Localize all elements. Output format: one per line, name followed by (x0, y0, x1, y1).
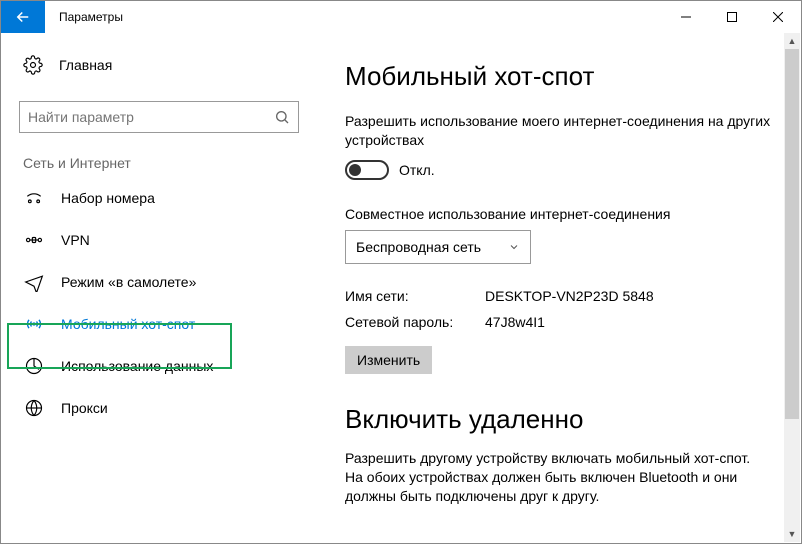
maximize-button[interactable] (709, 1, 755, 33)
chevron-down-icon (508, 241, 520, 253)
dialup-icon (23, 188, 45, 208)
sidebar-item-label: Использование данных (61, 358, 213, 374)
sidebar-item-label: Режим «в самолете» (61, 274, 196, 290)
remote-description: Разрешить другому устройству включать мо… (345, 449, 771, 506)
network-name-label: Имя сети: (345, 288, 485, 304)
main-panel: Мобильный хот-спот Разрешить использован… (321, 33, 801, 543)
vertical-scrollbar[interactable]: ▲ ▼ (784, 33, 800, 542)
arrow-left-icon (14, 8, 32, 26)
home-label: Главная (59, 57, 112, 73)
sidebar-item-dialup[interactable]: Набор номера (19, 177, 311, 219)
vpn-icon (23, 230, 45, 250)
network-name-value: DESKTOP-VN2P23D 5848 (485, 288, 654, 304)
search-icon (274, 109, 290, 125)
sidebar-item-label: Набор номера (61, 190, 155, 206)
proxy-icon (23, 398, 45, 418)
change-button[interactable]: Изменить (345, 346, 432, 374)
sidebar-item-label: VPN (61, 232, 90, 248)
network-password-label: Сетевой пароль: (345, 314, 485, 330)
titlebar: Параметры (1, 1, 801, 33)
search-input[interactable] (19, 101, 299, 133)
sidebar-item-proxy[interactable]: Прокси (19, 387, 311, 429)
data-usage-icon (23, 356, 45, 376)
sidebar-item-label: Прокси (61, 400, 108, 416)
share-from-label: Совместное использование интернет-соедин… (345, 206, 771, 222)
toggle-state-label: Откл. (399, 162, 435, 178)
network-password-value: 47J8w4I1 (485, 314, 545, 330)
minimize-button[interactable] (663, 1, 709, 33)
sidebar-item-label: Мобильный хот-спот (61, 316, 195, 332)
gear-icon (23, 55, 43, 75)
airplane-icon (23, 272, 45, 292)
window-title: Параметры (45, 1, 123, 33)
sidebar-item-datausage[interactable]: Использование данных (19, 345, 311, 387)
hotspot-toggle[interactable] (345, 160, 389, 180)
dropdown-value: Беспроводная сеть (356, 239, 481, 255)
sidebar-item-hotspot[interactable]: Мобильный хот-спот (19, 303, 311, 345)
hotspot-icon (23, 314, 45, 334)
scroll-up-arrow[interactable]: ▲ (784, 33, 800, 49)
category-label: Сеть и Интернет (19, 155, 311, 171)
sidebar: Главная Сеть и Интернет Набор номера VPN… (1, 33, 321, 543)
scroll-down-arrow[interactable]: ▼ (784, 526, 800, 542)
sidebar-item-airplane[interactable]: Режим «в самолете» (19, 261, 311, 303)
home-link[interactable]: Главная (19, 47, 311, 83)
sidebar-item-vpn[interactable]: VPN (19, 219, 311, 261)
share-description: Разрешить использование моего интернет-с… (345, 112, 771, 150)
scrollbar-thumb[interactable] (785, 49, 799, 419)
back-button[interactable] (1, 1, 45, 33)
close-button[interactable] (755, 1, 801, 33)
page-title: Мобильный хот-спот (345, 61, 771, 92)
search-field[interactable] (28, 109, 274, 125)
share-from-dropdown[interactable]: Беспроводная сеть (345, 230, 531, 264)
remote-heading: Включить удаленно (345, 404, 771, 435)
